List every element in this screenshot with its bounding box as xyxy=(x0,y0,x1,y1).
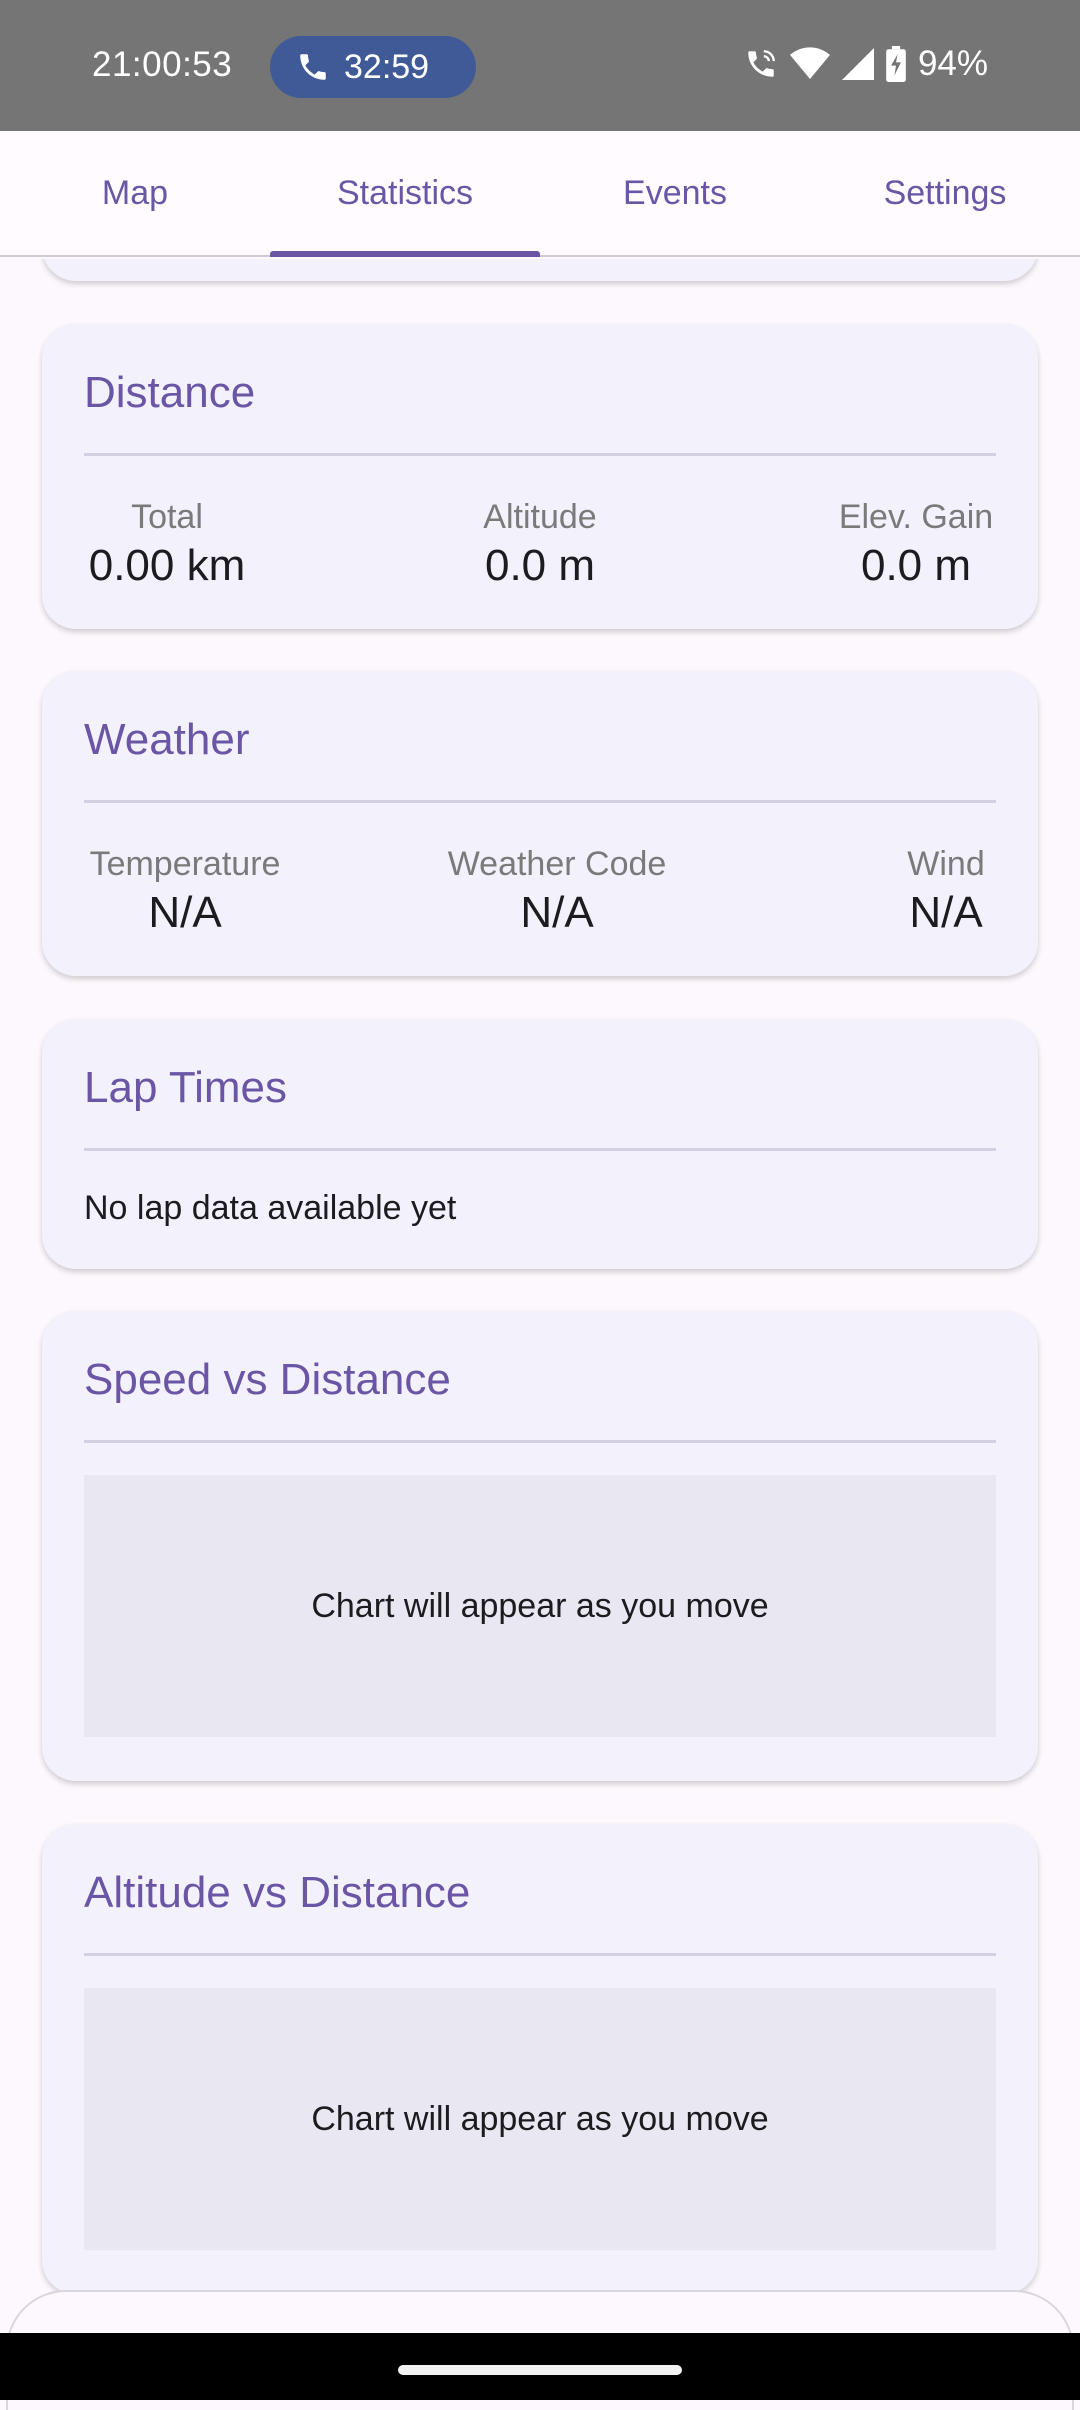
card-title: Speed vs Distance xyxy=(84,1355,451,1404)
chart-placeholder-text: Chart will appear as you move xyxy=(311,1586,769,1625)
wifi-icon xyxy=(789,47,830,79)
stat-value: N/A xyxy=(148,888,222,937)
stat-label: Wind xyxy=(907,845,985,883)
stat-value: N/A xyxy=(520,888,594,937)
stat-altitude: Altitude 0.0 m xyxy=(440,498,640,591)
status-bar: 21:00:53 32:59 94% xyxy=(0,0,1080,131)
speed-chart-card: Speed vs Distance Chart will appear as y… xyxy=(42,1311,1038,1781)
tab-settings[interactable]: Settings xyxy=(810,131,1080,255)
ongoing-call-chip[interactable]: 32:59 xyxy=(270,36,476,98)
stat-weather-code: Weather Code N/A xyxy=(442,845,672,938)
stat-label: Weather Code xyxy=(447,845,667,883)
card-title: Weather xyxy=(84,715,250,764)
card-title: Distance xyxy=(84,368,256,417)
battery-charging-icon xyxy=(886,46,906,82)
stat-temperature: Temperature N/A xyxy=(84,845,286,938)
tab-bar: Map Statistics Events Settings xyxy=(0,131,1080,257)
lap-times-card: Lap Times No lap data available yet xyxy=(42,1019,1038,1269)
stat-label: Elev. Gain xyxy=(838,498,994,536)
stat-label: Total xyxy=(131,498,203,536)
divider xyxy=(84,1953,996,1956)
stat-label: Altitude xyxy=(483,498,597,536)
statistics-scroll-view[interactable]: Distance Total 0.00 km Altitude 0.0 m El… xyxy=(0,259,1080,2332)
stat-total: Total 0.00 km xyxy=(84,498,250,591)
gesture-handle[interactable] xyxy=(398,2365,682,2375)
card-title: Lap Times xyxy=(84,1063,287,1112)
tab-events[interactable]: Events xyxy=(540,131,810,255)
stat-value: 0.0 m xyxy=(484,541,596,590)
card-title: Altitude vs Distance xyxy=(84,1868,471,1917)
stat-value: 0.00 km xyxy=(88,541,246,590)
stat-label: Temperature xyxy=(89,845,281,883)
tab-statistics[interactable]: Statistics xyxy=(270,131,540,257)
tab-label: Statistics xyxy=(336,173,474,212)
tab-label: Events xyxy=(623,173,727,212)
call-duration: 32:59 xyxy=(344,47,430,86)
altitude-chart-card: Altitude vs Distance Chart will appear a… xyxy=(42,1824,1038,2294)
divider xyxy=(84,800,996,803)
divider xyxy=(84,1148,996,1151)
divider xyxy=(84,453,996,456)
stat-elevation-gain: Elev. Gain 0.0 m xyxy=(836,498,996,591)
stat-value: 0.0 m xyxy=(860,541,972,590)
speed-chart-placeholder: Chart will appear as you move xyxy=(84,1475,996,1737)
cell-signal-icon xyxy=(841,48,874,80)
previous-card-bottom xyxy=(42,259,1038,281)
divider xyxy=(84,1440,996,1443)
tab-map[interactable]: Map xyxy=(0,131,270,255)
chart-placeholder-text: Chart will appear as you move xyxy=(311,2099,769,2138)
weather-card: Weather Temperature N/A Weather Code N/A… xyxy=(42,671,1038,976)
stat-wind: Wind N/A xyxy=(896,845,996,938)
battery-percent: 94% xyxy=(917,44,988,83)
distance-card: Distance Total 0.00 km Altitude 0.0 m El… xyxy=(42,324,1038,629)
lap-empty-text: No lap data available yet xyxy=(84,1189,457,1227)
tab-label: Settings xyxy=(883,173,1007,212)
stat-value: N/A xyxy=(909,888,983,937)
status-time: 21:00:53 xyxy=(92,45,233,84)
altitude-chart-placeholder: Chart will appear as you move xyxy=(84,1988,996,2250)
phone-call-icon xyxy=(748,50,775,77)
status-icons: 94% xyxy=(744,44,988,84)
phone-icon xyxy=(300,54,326,80)
tab-label: Map xyxy=(101,173,169,212)
